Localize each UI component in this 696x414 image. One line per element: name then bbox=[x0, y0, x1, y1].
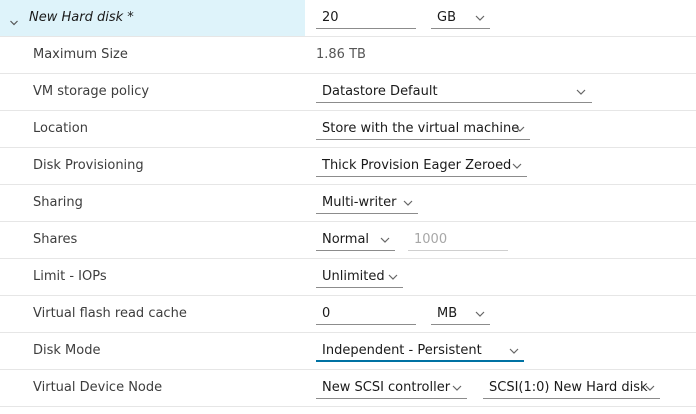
location-value: Store with the virtual machine bbox=[322, 121, 520, 136]
limit-iops-select[interactable]: Unlimited bbox=[316, 267, 403, 288]
disk-mode-select[interactable]: Independent - Persistent bbox=[316, 341, 524, 362]
chevron-down-icon bbox=[515, 125, 525, 133]
max-size-label: Maximum Size bbox=[33, 47, 128, 62]
max-size-value: 1.86 TB bbox=[316, 47, 366, 62]
chevron-down-icon bbox=[403, 199, 413, 207]
disk-header-cell[interactable]: New Hard disk * bbox=[0, 0, 305, 36]
chevron-down-icon bbox=[576, 88, 586, 96]
disk-header-row: New Hard disk * 20 GB bbox=[0, 0, 696, 37]
flash-cache-input[interactable]: 0 bbox=[316, 304, 416, 325]
flash-cache-row: Virtual flash read cache 0 MB bbox=[0, 296, 696, 333]
storage-policy-select[interactable]: Datastore Default bbox=[316, 82, 592, 103]
flash-cache-unit-select[interactable]: MB bbox=[431, 304, 490, 325]
chevron-down-icon bbox=[509, 347, 519, 355]
sharing-row: Sharing Multi-writer bbox=[0, 185, 696, 222]
chevron-down-icon bbox=[512, 162, 522, 170]
shares-row: Shares Normal 1000 bbox=[0, 222, 696, 259]
shares-number-placeholder: 1000 bbox=[414, 232, 448, 247]
limit-iops-label: Limit - IOPs bbox=[33, 269, 107, 284]
disk-provisioning-value: Thick Provision Eager Zeroed bbox=[322, 158, 512, 173]
shares-value: Normal bbox=[322, 232, 370, 247]
limit-iops-value: Unlimited bbox=[322, 269, 385, 284]
sharing-label: Sharing bbox=[33, 195, 83, 210]
controller-select[interactable]: New SCSI controller bbox=[316, 378, 467, 399]
disk-size-unit-value: GB bbox=[437, 10, 456, 25]
controller-value: New SCSI controller bbox=[322, 380, 451, 395]
chevron-down-icon[interactable] bbox=[10, 15, 18, 26]
chevron-down-icon bbox=[645, 384, 655, 392]
limit-iops-row: Limit - IOPs Unlimited bbox=[0, 259, 696, 296]
max-size-row: Maximum Size 1.86 TB bbox=[0, 37, 696, 74]
sharing-value: Multi-writer bbox=[322, 195, 397, 210]
disk-mode-row: Disk Mode Independent - Persistent bbox=[0, 333, 696, 370]
location-label: Location bbox=[33, 121, 88, 136]
location-row: Location Store with the virtual machine bbox=[0, 111, 696, 148]
chevron-down-icon bbox=[475, 310, 485, 318]
storage-policy-label: VM storage policy bbox=[33, 84, 150, 99]
shares-select[interactable]: Normal bbox=[316, 230, 395, 251]
disk-mode-label: Disk Mode bbox=[33, 343, 101, 358]
storage-policy-row: VM storage policy Datastore Default bbox=[0, 74, 696, 111]
disk-provisioning-row: Disk Provisioning Thick Provision Eager … bbox=[0, 148, 696, 185]
shares-label: Shares bbox=[33, 232, 78, 247]
disk-provisioning-label: Disk Provisioning bbox=[33, 158, 144, 173]
disk-size-unit-select[interactable]: GB bbox=[431, 8, 490, 29]
device-node-label: Virtual Device Node bbox=[33, 380, 163, 395]
location-select[interactable]: Store with the virtual machine bbox=[316, 119, 530, 140]
disk-title: New Hard disk * bbox=[29, 10, 134, 25]
disk-size-value: 20 bbox=[322, 10, 339, 25]
chevron-down-icon bbox=[475, 14, 485, 22]
flash-cache-label: Virtual flash read cache bbox=[33, 306, 187, 321]
flash-cache-unit-value: MB bbox=[437, 306, 458, 321]
virtual-hardware-disk-panel: New Hard disk * 20 GB Maximum Size 1.86 … bbox=[0, 0, 696, 407]
storage-policy-value: Datastore Default bbox=[322, 84, 438, 99]
device-node-value: SCSI(1:0) New Hard disk bbox=[489, 380, 648, 395]
chevron-down-icon bbox=[452, 384, 462, 392]
disk-provisioning-select[interactable]: Thick Provision Eager Zeroed bbox=[316, 156, 527, 177]
shares-number-input: 1000 bbox=[408, 230, 508, 251]
flash-cache-value: 0 bbox=[322, 306, 331, 321]
disk-size-input[interactable]: 20 bbox=[316, 8, 416, 29]
device-node-select[interactable]: SCSI(1:0) New Hard disk bbox=[483, 378, 660, 399]
sharing-select[interactable]: Multi-writer bbox=[316, 193, 418, 214]
chevron-down-icon bbox=[388, 273, 398, 281]
disk-mode-value: Independent - Persistent bbox=[322, 343, 482, 358]
chevron-down-icon bbox=[380, 236, 390, 244]
device-node-row: Virtual Device Node New SCSI controller … bbox=[0, 370, 696, 407]
